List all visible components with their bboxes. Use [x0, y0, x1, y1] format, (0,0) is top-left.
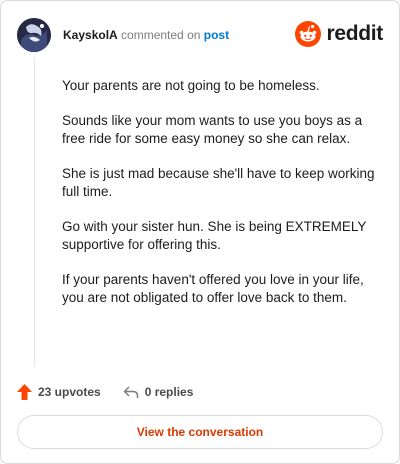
reply-arrow-icon — [123, 386, 138, 398]
username-link[interactable]: KayskolA — [63, 28, 118, 42]
commented-on-text: commented on — [117, 28, 204, 42]
reddit-snoo-icon — [295, 21, 322, 47]
comment-paragraph: Sounds like your mom wants to use you bo… — [62, 113, 363, 146]
reddit-wordmark: reddit — [326, 22, 383, 45]
upvote-count: 23 upvotes — [38, 385, 101, 399]
comment-body: Your parents are not going to be homeles… — [62, 77, 382, 324]
comment-embed-card: KayskolA commented on post reddit Your p… — [0, 0, 400, 464]
comment-paragraph: She is just mad because she'll have to k… — [62, 166, 375, 199]
avatar-image — [17, 18, 51, 52]
user-avatar[interactable] — [17, 18, 51, 52]
upvote-arrow-icon — [17, 384, 32, 400]
comment-header: KayskolA commented on post reddit — [17, 15, 383, 55]
comment-paragraph: Your parents are not going to be homeles… — [62, 78, 320, 93]
comment-paragraph: If your parents haven't offered you love… — [62, 272, 364, 305]
upvote-button[interactable]: 23 upvotes — [17, 384, 101, 400]
comment-actions: 23 upvotes 0 replies — [17, 381, 193, 403]
reply-count: 0 replies — [144, 385, 194, 399]
comment-meta: KayskolA commented on post — [63, 27, 229, 43]
reddit-logo[interactable]: reddit — [295, 20, 383, 48]
thread-line — [34, 58, 35, 366]
comment-paragraph: Go with your sister hun. She is being EX… — [62, 219, 367, 252]
view-conversation-button[interactable]: View the conversation — [17, 415, 383, 449]
replies-button[interactable]: 0 replies — [123, 385, 194, 399]
post-link[interactable]: post — [204, 28, 229, 42]
